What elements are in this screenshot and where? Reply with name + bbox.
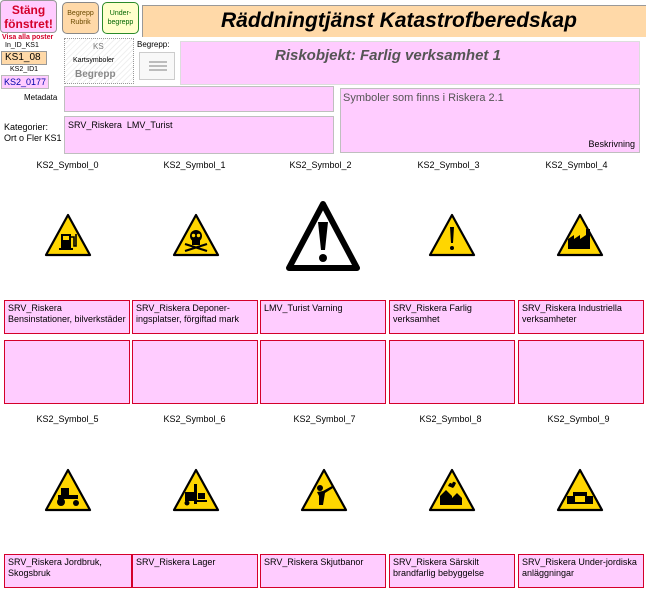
symbol-label: KS2_Symbol_0 [36, 160, 99, 170]
symbol-description[interactable]: SRV_Riskera Jordbruk, Skogsbruk [4, 554, 132, 588]
metadata-field[interactable] [64, 86, 334, 112]
page-title: Räddningtjänst Katastrofberedskap [221, 9, 577, 32]
title-banner: Räddningtjänst Katastrofberedskap [142, 5, 646, 37]
begrepp-rubrik-button[interactable]: Begrepp Rubrik [62, 2, 99, 34]
ks-label: KS [93, 42, 104, 51]
ks2-id-field[interactable]: KS2_0177 [1, 75, 49, 89]
symbol-label: KS2_Symbol_4 [545, 160, 608, 170]
symbol-info-text: Symboler som finns i Riskera 2.1 [343, 92, 504, 104]
close-window-button[interactable]: Stäng fönstret! [0, 0, 57, 33]
kategorier-value: SRV_Riskera LMV_Turist [68, 120, 173, 130]
symbol-extra-field[interactable] [4, 340, 130, 404]
warning-icon [285, 198, 361, 272]
symbol-label: KS2_Symbol_1 [163, 160, 226, 170]
factory-icon [556, 213, 604, 257]
symbol-description[interactable]: SRV_Riskera Bensinstationer, bilverkstäd… [4, 300, 130, 334]
symbol-label: KS2_Symbol_8 [419, 414, 482, 424]
symbol-label: KS2_Symbol_3 [417, 160, 480, 170]
begrepp-mark: Begrepp [75, 69, 116, 80]
symbol-description[interactable]: SRV_Riskera Deponer-ingsplatser, förgift… [132, 300, 258, 334]
kategorier-field[interactable]: SRV_Riskera LMV_Turist [64, 116, 334, 154]
symbol-description[interactable]: SRV_Riskera Särskilt brandfarlig bebygge… [389, 554, 515, 588]
page-subtitle: Riskobjekt: Farlig verksamhet 1 [275, 47, 501, 64]
kategorier-label: Kategorier: [4, 122, 49, 132]
begrepp-rubrik-label: Begrepp Rubrik [67, 10, 94, 26]
list-icon[interactable] [139, 52, 175, 80]
symbol-extra-field[interactable] [389, 340, 515, 404]
under-begrepp-button[interactable]: Under-begrepp [102, 2, 139, 34]
in-id-value: KS1_08 [5, 52, 41, 63]
symbol-label: KS2_Symbol_5 [36, 414, 99, 424]
kartsymboler-panel[interactable]: KS Kartsymboler Begrepp [64, 38, 134, 84]
beskrivning-label: Beskrivning [588, 139, 635, 149]
symbol-extra-field[interactable] [260, 340, 386, 404]
in-id-field[interactable]: KS1_08 [1, 51, 47, 65]
symbol-description[interactable]: SRV_Riskera Under-jordiska anläggningar [518, 554, 644, 588]
tunnel-icon [556, 468, 604, 512]
symbol-label: KS2_Symbol_6 [163, 414, 226, 424]
kartsymboler-label: Kartsymboler [73, 57, 115, 64]
gas-station-icon [44, 213, 92, 257]
subtitle-banner: Riskobjekt: Farlig verksamhet 1 [180, 41, 640, 85]
show-all-posts-label[interactable]: Visa alla poster [2, 34, 58, 41]
symbol-description[interactable]: SRV_Riskera Skjutbanor [260, 554, 386, 588]
skull-crossbones-icon [172, 213, 220, 257]
symbol-description[interactable]: SRV_Riskera Lager [132, 554, 258, 588]
symbol-description[interactable]: SRV_Riskera Farlig verksamhet [389, 300, 515, 334]
symbol-extra-field[interactable] [132, 340, 258, 404]
symbol-description[interactable]: SRV_Riskera Industriella verksamheter [518, 300, 644, 334]
shooter-icon [300, 468, 348, 512]
beskrivning-field[interactable]: Symboler som finns i Riskera 2.1 Beskriv… [340, 88, 640, 153]
exclamation-icon [428, 213, 476, 257]
symbol-label: KS2_Symbol_7 [293, 414, 356, 424]
metadata-label: Metadata [24, 93, 58, 102]
kategorier-sub-label: Ort o Fler KS1 [4, 133, 62, 143]
ks2-id-value: KS2_0177 [4, 77, 47, 87]
symbol-label: KS2_Symbol_9 [547, 414, 610, 424]
ks2-id-label: KS2_ID1 [10, 66, 39, 73]
close-window-label: Stäng fönstret! [4, 3, 53, 31]
tractor-icon [44, 468, 92, 512]
symbol-label: KS2_Symbol_2 [289, 160, 352, 170]
forklift-icon [172, 468, 220, 512]
burning-building-icon [428, 468, 476, 512]
symbol-description[interactable]: LMV_Turist Varning [260, 300, 386, 334]
in-id-label: In_ID_KS1 [5, 42, 39, 49]
symbol-extra-field[interactable] [518, 340, 644, 404]
under-begrepp-label: Under-begrepp [107, 10, 134, 26]
begrepp-field-label: Begrepp: [137, 40, 170, 49]
